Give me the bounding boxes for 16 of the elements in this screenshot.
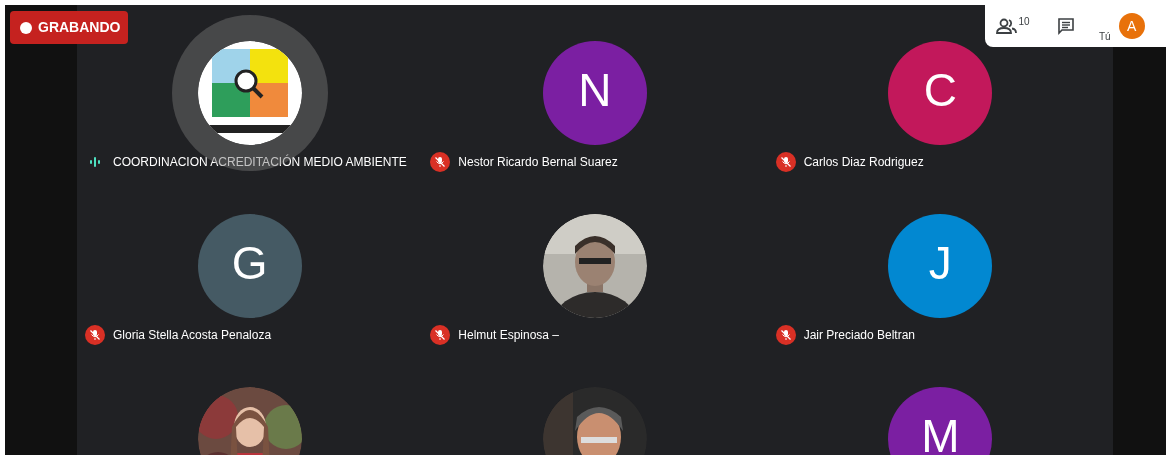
recording-badge: GRABANDO [10,11,129,44]
participant-count: 10 [1018,15,1030,29]
participant-name: Jair Preciado Beltran [803,327,916,344]
participant-name: Gloria Stella Acosta Penaloza [113,327,272,344]
people-icon [996,18,1019,34]
participant-name: Carlos Diaz Rodriguez [803,154,924,171]
chat-icon [1057,17,1075,35]
participant-name: Helmut Espinosa – [458,327,560,344]
avatar: C [888,41,993,145]
avatar: M [888,387,993,455]
avatar: J [888,214,993,318]
avatar: N [543,41,647,145]
participant-name: COORDINACION ACREDITACIÓN MEDIO AMBIENTE [113,153,407,171]
self-label: Tú [1099,30,1111,44]
avatar: G [197,214,302,318]
participant-name: Nestor Ricardo Bernal Suarez [458,154,618,171]
